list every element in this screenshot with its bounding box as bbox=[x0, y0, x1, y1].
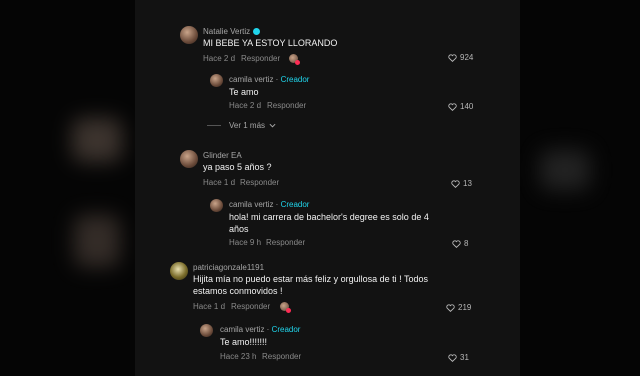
reply-button[interactable]: Responder bbox=[262, 352, 301, 361]
reply-button[interactable]: Responder bbox=[266, 238, 305, 247]
reply-button[interactable]: Responder bbox=[240, 178, 279, 187]
reply-text-line: años bbox=[229, 224, 249, 234]
creator-liked-icon bbox=[289, 54, 300, 65]
heart-outline-icon bbox=[448, 53, 457, 62]
view-more-replies-button[interactable]: Ver 1 más bbox=[207, 121, 276, 130]
heart-outline-icon bbox=[451, 179, 460, 188]
like-button[interactable]: 13 bbox=[451, 179, 472, 188]
avatar[interactable] bbox=[180, 150, 198, 168]
comment-text-line: estamos conmovidos ! bbox=[193, 286, 283, 296]
reply-author[interactable]: camila vertiz · Creador bbox=[229, 75, 309, 84]
verified-badge-icon bbox=[253, 28, 261, 35]
like-button[interactable]: 140 bbox=[448, 102, 473, 111]
like-count: 219 bbox=[458, 303, 472, 312]
reply-author[interactable]: camila vertiz · Creador bbox=[229, 200, 309, 209]
reply-text: Te amo bbox=[229, 87, 259, 97]
right-backdrop bbox=[520, 0, 640, 376]
like-button[interactable]: 31 bbox=[448, 353, 469, 362]
reply-button[interactable]: Responder bbox=[231, 302, 270, 311]
left-backdrop bbox=[0, 0, 135, 376]
reply-button[interactable]: Responder bbox=[241, 54, 280, 63]
like-count: 8 bbox=[464, 239, 469, 248]
heart-outline-icon bbox=[448, 353, 457, 362]
like-count: 13 bbox=[463, 179, 472, 188]
creator-badge: Creador bbox=[271, 325, 301, 334]
heart-outline-icon bbox=[452, 239, 461, 248]
comment-author[interactable]: Glinder EA bbox=[203, 151, 242, 160]
comment-time: Hace 2 d bbox=[203, 54, 236, 63]
creator-badge: Creador bbox=[280, 75, 310, 84]
reply-time: Hace 9 h bbox=[229, 238, 262, 247]
creator-badge: Creador bbox=[280, 200, 310, 209]
avatar[interactable] bbox=[180, 26, 198, 44]
like-button[interactable]: 8 bbox=[452, 239, 468, 248]
avatar[interactable] bbox=[200, 324, 213, 337]
heart-outline-icon bbox=[448, 102, 457, 111]
divider bbox=[207, 125, 221, 126]
comments-panel: Natalie Vertiz MI BEBE YA ESTOY LLORANDO… bbox=[135, 0, 520, 376]
reply-time: Hace 2 d bbox=[229, 101, 262, 110]
comment-text-line: Hijita mía no puedo estar más feliz y or… bbox=[193, 274, 428, 284]
chevron-down-icon bbox=[269, 123, 276, 128]
reply-text: Te amo!!!!!!! bbox=[220, 337, 268, 347]
view-more-label: Ver 1 más bbox=[229, 121, 266, 130]
reply-time: Hace 23 h bbox=[220, 352, 257, 361]
like-count: 140 bbox=[460, 102, 474, 111]
author-name[interactable]: camila vertiz bbox=[229, 75, 273, 84]
like-button[interactable]: 924 bbox=[448, 53, 473, 62]
reply-author[interactable]: camila vertiz · Creador bbox=[220, 325, 300, 334]
reply-text-line: hola! mi carrera de bachelor's degree es… bbox=[229, 212, 429, 222]
comment-text: ya paso 5 años ? bbox=[203, 162, 272, 172]
like-count: 31 bbox=[460, 353, 469, 362]
blurred-thumbnail bbox=[74, 215, 120, 267]
heart-outline-icon bbox=[446, 303, 455, 312]
comment-time: Hace 1 d bbox=[203, 178, 236, 187]
creator-liked-icon bbox=[280, 302, 291, 313]
comment-text: MI BEBE YA ESTOY LLORANDO bbox=[203, 38, 338, 48]
author-name[interactable]: Natalie Vertiz bbox=[203, 27, 250, 36]
reply-button[interactable]: Responder bbox=[267, 101, 306, 110]
author-name[interactable]: camila vertiz bbox=[229, 200, 273, 209]
avatar[interactable] bbox=[210, 199, 223, 212]
avatar[interactable] bbox=[170, 262, 188, 280]
comment-author[interactable]: Natalie Vertiz bbox=[203, 27, 261, 36]
comment-time: Hace 1 d bbox=[193, 302, 226, 311]
like-button[interactable]: 219 bbox=[446, 303, 471, 312]
blurred-thumbnail bbox=[72, 118, 122, 162]
comment-author[interactable]: patriciagonzale1191 bbox=[193, 263, 264, 272]
like-count: 924 bbox=[460, 53, 474, 62]
author-name[interactable]: camila vertiz bbox=[220, 325, 264, 334]
blurred-thumbnail bbox=[540, 150, 590, 190]
avatar[interactable] bbox=[210, 74, 223, 87]
